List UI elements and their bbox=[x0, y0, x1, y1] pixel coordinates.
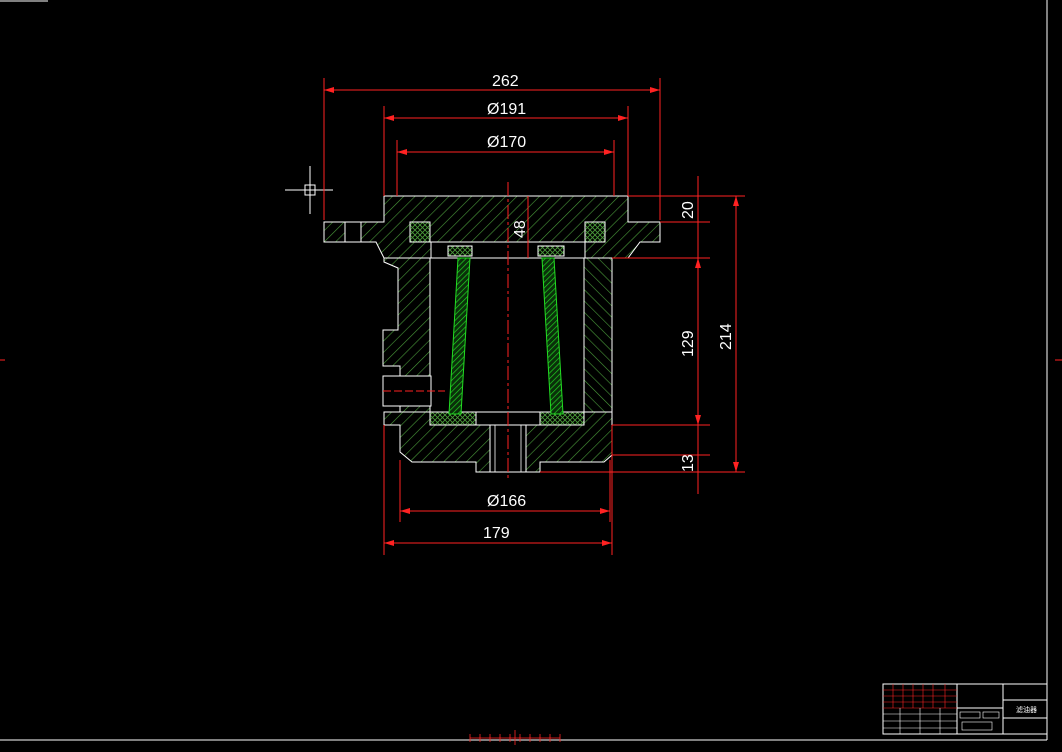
dim-dia170-label: Ø170 bbox=[487, 134, 526, 151]
crosshair-cursor-icon bbox=[285, 166, 333, 214]
title-block: 滤油器 bbox=[882, 683, 1048, 735]
drawing-frame bbox=[0, 0, 1062, 741]
dim-179-label: 179 bbox=[483, 525, 510, 542]
dim-48-label: 48 bbox=[512, 220, 529, 238]
dim-214-label: 214 bbox=[718, 323, 735, 350]
dim-262-label: 262 bbox=[492, 73, 519, 90]
title-block-part-name: 滤油器 bbox=[1016, 705, 1037, 714]
dim-20-label: 20 bbox=[680, 201, 697, 219]
dim-129-label: 129 bbox=[680, 330, 697, 357]
dim-dia166-label: Ø166 bbox=[487, 493, 526, 510]
dim-dia191-label: Ø191 bbox=[487, 101, 526, 118]
dimension-arrows bbox=[324, 87, 739, 546]
dimension-lines bbox=[323, 78, 745, 555]
filter-housing-section bbox=[323, 182, 661, 480]
cad-drawing-canvas[interactable]: 262 Ø191 Ø170 48 20 129 214 13 Ø166 179 bbox=[0, 0, 1062, 752]
dim-13-label: 13 bbox=[680, 454, 697, 472]
scale-ruler bbox=[469, 730, 561, 745]
